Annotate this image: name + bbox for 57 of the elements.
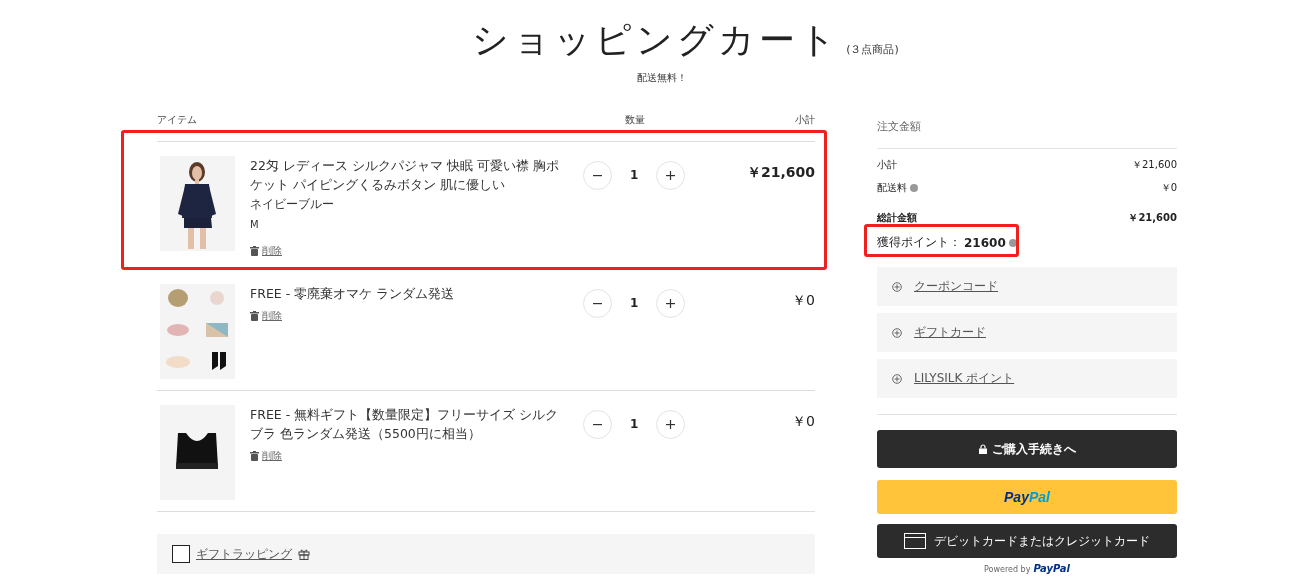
- summary-value: ￥21,600: [1128, 211, 1177, 225]
- product-name: FREE - 無料ギフト【数量限定】フリーサイズ シルクブラ 色ランダム発送（5500円に相当）: [250, 406, 560, 443]
- quantity-value: 1: [630, 168, 639, 182]
- column-header: 小計: [794, 113, 815, 127]
- item-price: ￥21,600: [746, 164, 815, 182]
- expand-icon[interactable]: [892, 373, 902, 384]
- points-value: 21600: [964, 235, 1006, 250]
- checkout-button[interactable]: ご購入手続きへ: [877, 430, 1177, 468]
- paypal-logo: PayPal: [1033, 563, 1070, 574]
- remove-link[interactable]: 削除: [250, 244, 570, 258]
- paypal-button[interactable]: PayPal: [877, 480, 1177, 514]
- summary-label: 総計金額: [877, 211, 917, 225]
- plus-icon: [666, 298, 676, 308]
- expander-link[interactable]: LILYSILK ポイント: [914, 370, 1015, 387]
- expand-icon[interactable]: [892, 281, 902, 292]
- quantity-value: 1: [630, 296, 639, 310]
- powered-by-text: Powered by: [984, 565, 1031, 574]
- increase-button[interactable]: [656, 160, 686, 190]
- product-color: ネイビーブルー: [250, 196, 335, 213]
- summary-value: ￥0: [1160, 181, 1177, 195]
- product-name: FREE - 零廃棄オマケ ランダム発送: [250, 285, 456, 303]
- quantity-value: 1: [630, 417, 639, 431]
- page-title: ショッピングカート: [472, 18, 841, 62]
- plus-icon: [666, 419, 676, 429]
- increase-button[interactable]: [656, 409, 686, 439]
- decrease-button[interactable]: [583, 160, 612, 190]
- trash-icon: [250, 311, 259, 321]
- summary-title: 注文金額: [877, 113, 1177, 149]
- gift-icon: [298, 548, 310, 560]
- expand-icon[interactable]: [892, 327, 902, 338]
- remove-link[interactable]: 削除: [250, 449, 570, 463]
- decrease-button[interactable]: [583, 288, 612, 318]
- expander-link[interactable]: ギフトカード: [914, 324, 986, 341]
- product-name: 22匁 レディース シルクパジャマ 快眠 可愛い襟 胸ポケット パイピングくるみボタン 肌に優しい: [250, 157, 560, 194]
- points-label: 獲得ポイント：: [877, 234, 961, 251]
- expander-link[interactable]: クーポンコード: [914, 278, 998, 295]
- summary-label: 配送料: [877, 181, 907, 195]
- gift-wrap-checkbox[interactable]: [172, 545, 190, 563]
- trash-icon: [250, 246, 259, 256]
- gift-wrap-link[interactable]: ギフトラッピング: [196, 545, 292, 563]
- credit-card-icon: [904, 533, 926, 549]
- item-count: (３点商品): [846, 42, 899, 58]
- increase-button[interactable]: [656, 288, 686, 318]
- lock-icon: [978, 444, 987, 454]
- column-header: アイテム: [157, 113, 198, 127]
- summary-value: ￥21,600: [1132, 158, 1177, 172]
- plus-icon: [666, 170, 676, 180]
- product-size: M: [250, 219, 260, 230]
- item-price: ￥0: [792, 413, 815, 431]
- remove-link[interactable]: 削除: [250, 309, 570, 323]
- shipping-notice: 配送無料！: [636, 71, 687, 85]
- item-price: ￥0: [792, 292, 815, 310]
- decrease-button[interactable]: [583, 409, 612, 439]
- trash-icon: [250, 451, 259, 461]
- summary-label: 小計: [877, 158, 897, 172]
- card-button[interactable]: デビットカードまたはクレジットカード: [877, 524, 1177, 558]
- column-header: 数量: [624, 113, 646, 127]
